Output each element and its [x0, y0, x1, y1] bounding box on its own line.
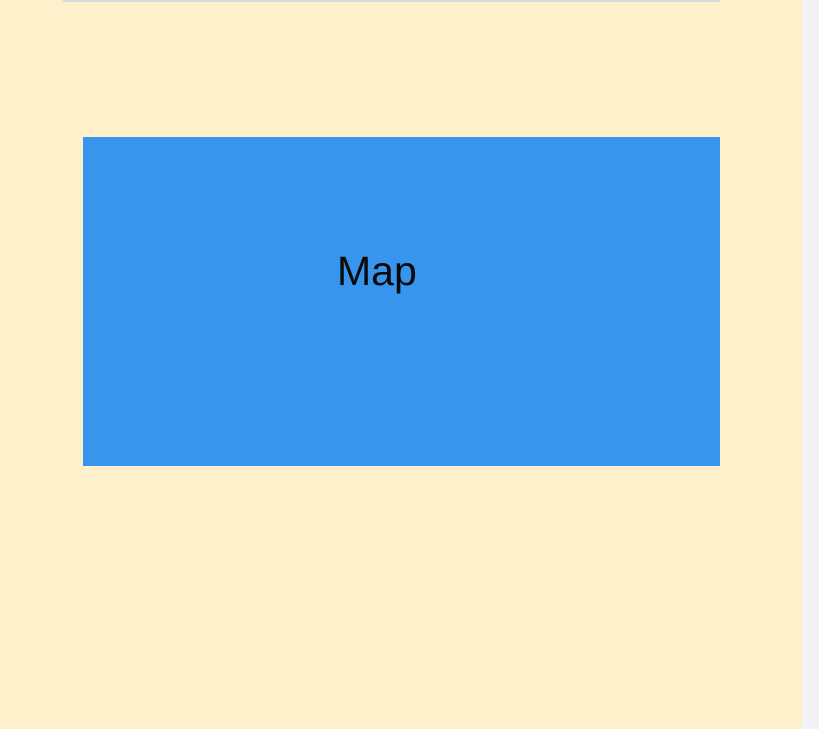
right-gutter [802, 0, 819, 729]
map-panel[interactable]: Map [83, 137, 720, 466]
main-canvas: Map [0, 0, 802, 729]
map-label: Map [337, 248, 417, 294]
top-divider [63, 0, 720, 2]
